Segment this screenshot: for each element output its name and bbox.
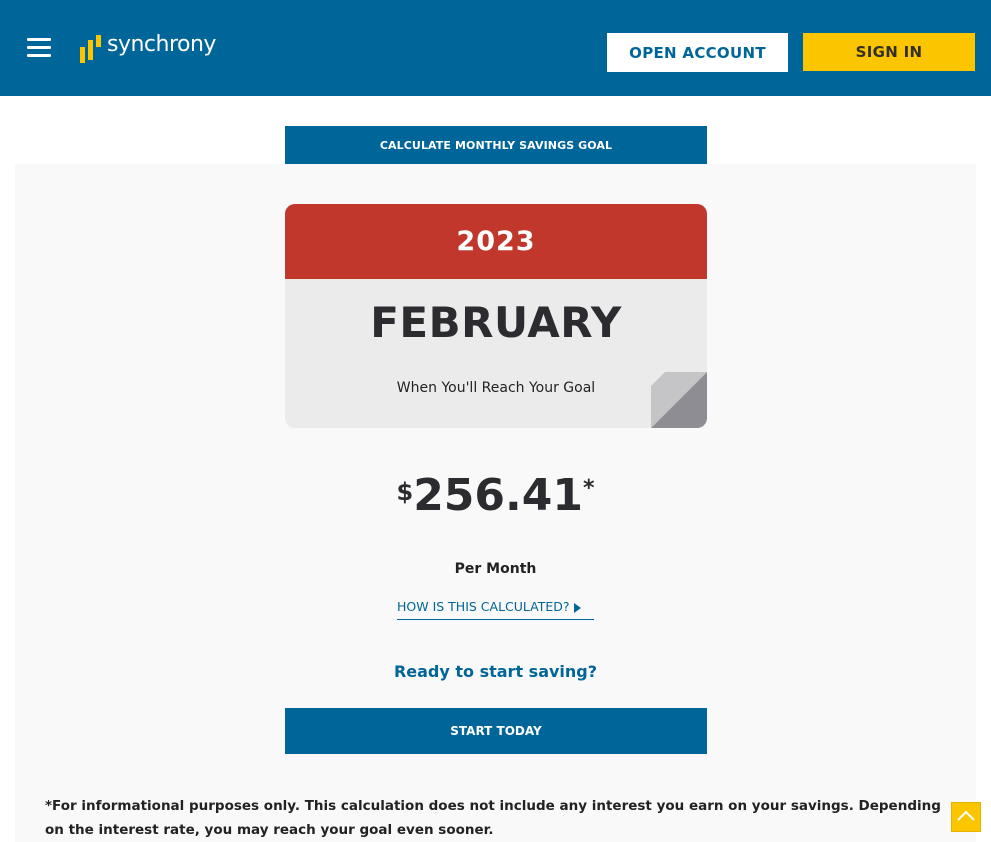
amount-value: 256.41 (413, 470, 583, 521)
disclaimer-text: *For informational purposes only. This c… (45, 798, 941, 838)
calendar-subtitle: When You'll Reach Your Goal (396, 380, 596, 396)
scroll-to-top-button[interactable] (951, 802, 981, 832)
amount-asterisk: * (582, 476, 595, 501)
open-account-button[interactable]: OPEN ACCOUNT (607, 33, 788, 72)
how-link-text: HOW IS THIS CALCULATED? (397, 599, 570, 614)
page-curl-icon (651, 372, 707, 428)
sign-in-button[interactable]: SIGN IN (803, 33, 975, 71)
ready-to-save-heading: Ready to start saving? (393, 662, 598, 681)
calculate-monthly-savings-goal-tab[interactable]: CALCULATE MONTHLY SAVINGS GOAL (285, 126, 707, 164)
hamburger-menu-icon[interactable] (27, 36, 51, 58)
how-is-this-calculated-link[interactable]: HOW IS THIS CALCULATED? (397, 599, 594, 620)
logo-text: synchrony (107, 32, 216, 57)
logo-bars-icon (80, 35, 101, 63)
site-header: synchrony OPEN ACCOUNT SIGN IN (0, 0, 991, 96)
goal-calendar: 2023 FEBRUARY When You'll Reach Your Goa… (285, 204, 707, 428)
per-month-label: Per Month (454, 561, 537, 577)
monthly-amount: $256.41* (0, 470, 991, 521)
chevron-up-icon (957, 810, 975, 821)
calendar-year: 2023 (285, 204, 707, 279)
start-today-button[interactable]: START TODAY (285, 708, 707, 754)
caret-right-icon (573, 602, 581, 613)
currency-symbol: $ (396, 478, 414, 506)
calendar-month: FEBRUARY (370, 298, 622, 347)
